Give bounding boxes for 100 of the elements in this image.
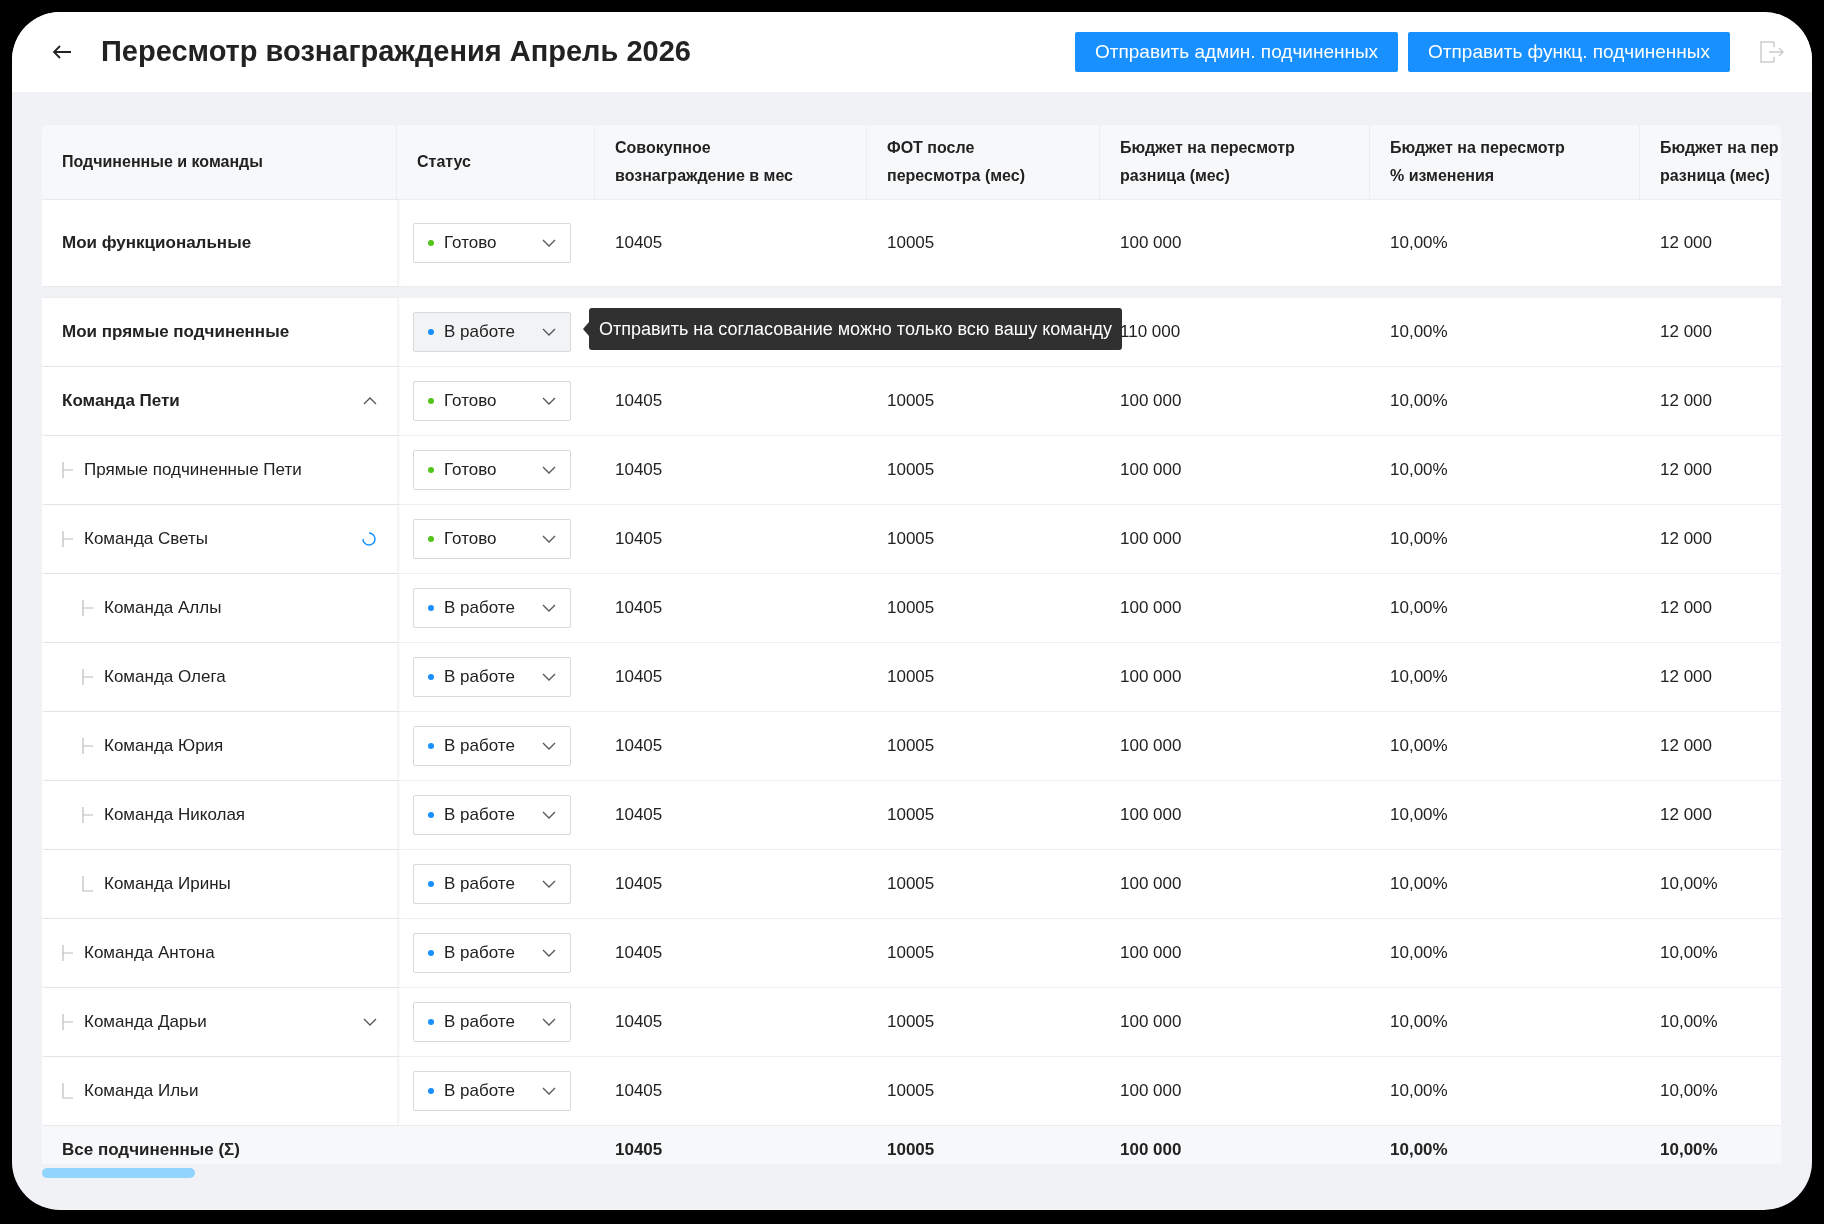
table-cell-text: 12 000 <box>1660 459 1712 482</box>
status-select[interactable]: В работе <box>413 795 571 835</box>
column-header: Статус <box>417 152 471 172</box>
horizontal-scrollbar[interactable] <box>42 1168 195 1178</box>
table-cell-text: 12 000 <box>1660 735 1712 758</box>
chevron-down-icon[interactable] <box>542 535 556 543</box>
table-cell-text: 10,00% <box>1390 1011 1448 1034</box>
total-cell: 100 000 <box>1120 1139 1182 1159</box>
chevron-down-icon[interactable] <box>542 466 556 474</box>
status-select[interactable]: Готово <box>413 223 571 263</box>
table-cell-text: 10005 <box>887 666 935 689</box>
team-name: Команда Ильи <box>84 1080 199 1103</box>
column-header: Бюджет на пересмотр % изменения <box>1390 138 1565 186</box>
table-cell-text: 10405 <box>615 1080 663 1103</box>
status-select[interactable]: В работе <box>413 1071 571 1111</box>
tree-connector-icon <box>82 876 94 892</box>
table-cell-text: 100 000 <box>1120 1011 1182 1034</box>
tree-connector-icon <box>82 807 94 823</box>
column-header: ФОТ после пересмотра (мес) <box>887 138 1025 186</box>
chevron-down-icon[interactable] <box>542 1087 556 1095</box>
tooltip: Отправить на согласование можно только всю вашу команду <box>589 308 1123 350</box>
table-cell-text: 10005 <box>887 528 935 551</box>
chevron-down-icon[interactable] <box>363 1018 377 1026</box>
table-cell-text: 10,00% <box>1660 1080 1718 1103</box>
table-cell-text: 10005 <box>887 1080 935 1103</box>
table-cell-text: 100 000 <box>1120 666 1182 689</box>
table-cell-text: 110 000 <box>1120 321 1181 344</box>
table-cell-text: 10005 <box>887 873 935 896</box>
tree-connector-icon <box>82 738 94 754</box>
total-cell: 10,00% <box>1660 1139 1718 1159</box>
column-header: Бюджет на пер разница (мес) <box>1660 138 1779 186</box>
status-select[interactable]: В работе <box>413 864 571 904</box>
table-cell-text: 12 000 <box>1660 597 1712 620</box>
status-select[interactable]: В работе <box>413 657 571 697</box>
team-name: Команда Дарьи <box>84 1011 207 1034</box>
table-cell-text: 12 000 <box>1660 232 1712 255</box>
table-cell-text: 10405 <box>615 666 663 689</box>
team-name: Команда Олега <box>104 666 226 689</box>
table-cell-text: 10,00% <box>1660 873 1718 896</box>
table-cell-text: 10405 <box>615 597 663 620</box>
chevron-down-icon[interactable] <box>542 239 556 247</box>
table-cell-text: 12 000 <box>1660 321 1712 344</box>
table-cell-text: 100 000 <box>1120 804 1182 827</box>
chevron-down-icon[interactable] <box>542 742 556 750</box>
table-cell-text: 12 000 <box>1660 666 1712 689</box>
table-cell-text: 12 000 <box>1660 390 1712 413</box>
column-header: Совокупное вознаграждение в мес <box>615 138 793 186</box>
table-cell-text: 10,00% <box>1390 942 1448 965</box>
table-cell-text: 10005 <box>887 390 935 413</box>
team-name: Прямые подчиненные Пети <box>84 459 302 482</box>
chevron-down-icon[interactable] <box>542 880 556 888</box>
table-cell-text: 100 000 <box>1120 390 1182 413</box>
table-cell-text: 10005 <box>887 804 935 827</box>
team-name: Команда Ирины <box>104 873 231 896</box>
table-cell-text: 10,00% <box>1390 528 1448 551</box>
chevron-down-icon[interactable] <box>542 673 556 681</box>
status-select[interactable]: Готово <box>413 450 571 490</box>
table-cell-text: 10,00% <box>1390 597 1448 620</box>
chevron-down-icon[interactable] <box>542 949 556 957</box>
table-cell-text: 100 000 <box>1120 528 1182 551</box>
table-cell-text: 10,00% <box>1390 804 1448 827</box>
chevron-down-icon[interactable] <box>542 1018 556 1026</box>
column-header: Бюджет на пересмотр разница (мес) <box>1120 138 1295 186</box>
status-select[interactable]: Готово <box>413 519 571 559</box>
status-select[interactable]: В работе <box>413 1002 571 1042</box>
table-cell-text: 10,00% <box>1390 666 1448 689</box>
tree-connector-icon <box>62 531 74 547</box>
total-cell: 10005 <box>887 1139 935 1159</box>
chevron-up-icon[interactable] <box>363 397 377 405</box>
total-label: Все подчиненные (Σ) <box>62 1139 240 1159</box>
team-name: Команда Николая <box>104 804 246 827</box>
table-cell-text: 10005 <box>887 459 935 482</box>
tree-connector-icon <box>62 1014 74 1030</box>
table-cell-text: 10,00% <box>1660 1011 1718 1034</box>
table-cell-text: 100 000 <box>1120 1080 1182 1103</box>
table-cell-text: 10,00% <box>1390 1080 1448 1103</box>
status-select[interactable]: Готово <box>413 381 571 421</box>
table-cell-text: 10405 <box>615 735 663 758</box>
chevron-down-icon[interactable] <box>542 397 556 405</box>
table-cell-text: 12 000 <box>1660 804 1712 827</box>
table-cell-text: 10,00% <box>1390 873 1448 896</box>
chevron-down-icon[interactable] <box>542 811 556 819</box>
back-arrow-icon[interactable] <box>52 44 72 60</box>
status-select[interactable]: В работе <box>413 726 571 766</box>
table-cell-text: 12 000 <box>1660 528 1712 551</box>
status-select[interactable]: В работе <box>413 933 571 973</box>
table-cell-text: 10,00% <box>1390 232 1448 255</box>
table-cell-text: 10005 <box>887 942 935 965</box>
column-header: Подчиненные и команды <box>62 152 263 172</box>
table-cell-text: 10005 <box>887 1011 935 1034</box>
tree-connector-icon <box>82 669 94 685</box>
team-name: Команда Пети <box>62 390 180 413</box>
table-cell-text: 10,00% <box>1390 459 1448 482</box>
status-select[interactable]: В работе <box>413 588 571 628</box>
table-cell-text: 10005 <box>887 735 935 758</box>
table-cell-text: 100 000 <box>1120 459 1182 482</box>
chevron-down-icon[interactable] <box>542 604 556 612</box>
team-name: Мои функциональные <box>62 232 252 255</box>
tree-connector-icon <box>62 462 74 478</box>
team-name: Команда Антона <box>84 942 215 965</box>
